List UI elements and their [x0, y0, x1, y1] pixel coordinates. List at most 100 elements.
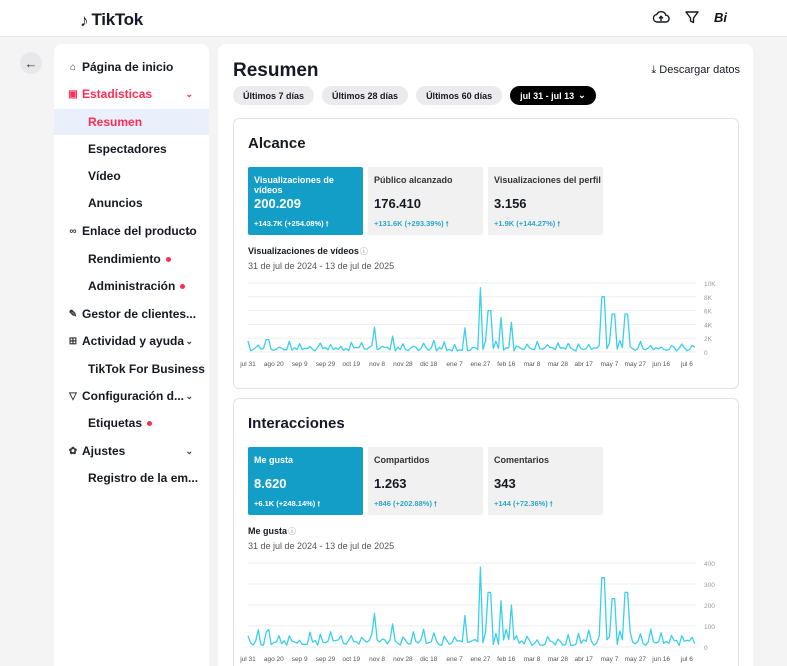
chevron-down-icon: ⌄	[185, 225, 193, 236]
x-tick-label: sep 9	[292, 361, 308, 368]
info-icon[interactable]: ⓘ	[360, 247, 368, 256]
arrow-up-icon: 🠕	[431, 501, 437, 508]
x-tick-label: sep 29	[316, 656, 336, 663]
x-tick-label: sep 29	[316, 361, 336, 368]
arrow-up-icon: 🠕	[555, 221, 561, 228]
tiktok-logo[interactable]: ♪ TikTok	[80, 10, 143, 30]
chart-date-range: 31 de jul de 2024 - 13 de jul de 2025	[248, 541, 395, 551]
sidebar-item-anuncios[interactable]: Anuncios	[54, 190, 209, 216]
x-tick-label: jul 6	[680, 656, 693, 663]
x-tick-label: ene 7	[446, 361, 463, 368]
x-tick-label: ene 27	[470, 656, 490, 663]
notification-dot	[165, 256, 171, 262]
chevron-down-icon: ⌄	[578, 90, 586, 100]
download-data-button[interactable]: ⤓ Descargar datos	[651, 64, 740, 77]
upload-cloud-icon[interactable]	[652, 9, 670, 25]
chevron-down-icon: ⌄	[185, 88, 193, 99]
x-tick-label: ene 7	[446, 656, 463, 663]
y-tick-label: 0	[704, 350, 708, 357]
range-pill[interactable]: Últimos 28 días	[322, 86, 409, 105]
sidebar-item-estadísticas[interactable]: ▣ Estadísticas ⌄	[54, 81, 209, 107]
arrow-left-icon: ←	[24, 55, 38, 71]
x-tick-label: abr 17	[574, 656, 593, 663]
sidebar-item-espectadores[interactable]: Espectadores	[54, 136, 209, 162]
sidebar-item-label: TikTok For Business	[88, 362, 205, 376]
metric-tile[interactable]: Visualizaciones del perfil 3.156 +1.9K (+1…	[488, 167, 603, 235]
x-tick-label: jul 31	[239, 361, 256, 368]
arrow-up-icon: 🠕	[443, 221, 449, 228]
x-tick-label: nov 28	[393, 656, 413, 663]
range-label: jul 31 - jul 13	[520, 90, 575, 101]
link-icon: ∞	[69, 225, 77, 237]
metric-value: 8.620	[254, 476, 287, 491]
account-avatar[interactable]: Bi	[714, 10, 727, 25]
sidebar-item-enlace-del-producto[interactable]: ∞ Enlace del producto ⌄	[54, 218, 209, 244]
sidebar-item-ajustes[interactable]: ✿ Ajustes ⌄	[54, 438, 209, 464]
chevron-down-icon: ⌄	[185, 335, 193, 346]
x-tick-label: ago 20	[264, 361, 284, 368]
x-tick-label: dic 18	[420, 656, 438, 663]
x-tick-label: abr 17	[574, 361, 593, 368]
metric-delta-text: +846 (+202.88%)	[374, 499, 432, 508]
range-pill[interactable]: Últimos 7 días	[233, 86, 315, 105]
notification-dot	[147, 420, 153, 426]
sidebar-item-gestor-de-clientes[interactable]: ✎ Gestor de clientes...	[54, 301, 209, 327]
metric-tile[interactable]: Comentarios 343 +144 (+72.36%) 🠕	[488, 447, 603, 515]
range-pill[interactable]: jul 31 - jul 13 ⌄	[510, 86, 596, 105]
sidebar-item-configuración-d[interactable]: ▽ Configuración d... ⌄	[54, 383, 209, 409]
grid-icon: ⊞	[68, 335, 78, 347]
metric-tile[interactable]: Me gusta 8.620 +6.1K (+248.14%) 🠕	[248, 447, 363, 515]
x-tick-label: jul 6	[680, 361, 693, 368]
x-tick-label: nov 8	[369, 656, 385, 663]
sidebar-item-registro-de-la-em[interactable]: Registro de la em...	[54, 465, 209, 491]
sidebar-item-label: Etiquetas	[88, 416, 143, 430]
sidebar-item-label: Espectadores	[88, 142, 167, 156]
x-tick-label: jul 31	[239, 656, 256, 663]
x-tick-label: ene 27	[470, 361, 490, 368]
reach-card: Alcance Visualizaciones de vídeos 200.209 +…	[233, 118, 739, 389]
x-tick-label: mar 8	[524, 656, 541, 663]
metric-delta: +131.6K (+293.39%) 🠕	[374, 219, 449, 231]
filter-funnel-icon[interactable]	[684, 9, 700, 25]
sidebar-item-tiktok-for-business[interactable]: TikTok For Business	[54, 356, 209, 382]
chart-label: Visualizaciones de vídeosⓘ	[248, 246, 368, 257]
x-tick-label: may 27	[625, 656, 647, 663]
back-button[interactable]: ←	[20, 52, 42, 74]
metric-tile[interactable]: Compartidos 1.263 +846 (+202.88%) 🠕	[368, 447, 483, 515]
sidebar-item-página-de-inicio[interactable]: ⌂ Página de inicio	[54, 54, 209, 80]
metric-tile[interactable]: Visualizaciones de vídeos 200.209 +143.7K …	[248, 167, 363, 235]
sidebar-item-etiquetas[interactable]: Etiquetas	[54, 410, 209, 436]
y-tick-label: 200	[704, 603, 715, 610]
y-tick-label: 0	[704, 645, 708, 652]
metric-tile[interactable]: Público alcanzado 176.410 +131.6K (+293.39…	[368, 167, 483, 235]
x-tick-label: feb 16	[497, 656, 515, 663]
sidebar-item-administración[interactable]: Administración	[54, 273, 209, 299]
metric-delta-text: +143.7K (+254.08%)	[254, 219, 324, 228]
edit-icon: ✎	[68, 308, 78, 320]
sidebar-item-label: Resumen	[88, 115, 143, 129]
metric-delta-text: +131.6K (+293.39%)	[374, 219, 444, 228]
date-range-tabs: Últimos 7 días Últimos 28 días Últimos 60 …	[233, 86, 596, 105]
sidebar-item-label: Vídeo	[88, 169, 121, 183]
sidebar-item-label: Página de inicio	[82, 60, 174, 74]
sidebar-item-vídeo[interactable]: Vídeo	[54, 163, 209, 189]
sidebar-item-resumen[interactable]: Resumen	[54, 109, 209, 135]
sidebar-item-actividad-y-ayuda[interactable]: ⊞ Actividad y ayuda ⌄	[54, 328, 209, 354]
range-pill[interactable]: Últimos 60 días	[416, 86, 503, 105]
notification-dot	[180, 283, 186, 289]
sidebar-item-label: Anuncios	[88, 196, 143, 210]
chevron-down-icon: ⌄	[185, 445, 193, 456]
info-icon[interactable]: ⓘ	[288, 527, 296, 536]
x-tick-label: nov 28	[393, 361, 413, 368]
sidebar-item-rendimiento[interactable]: Rendimiento	[54, 246, 209, 272]
page-title: Resumen	[233, 60, 319, 81]
sidebar-item-label: Estadísticas	[82, 87, 153, 101]
interactions-card: Interacciones Me gusta 8.620 +6.1K (+248.14…	[233, 398, 739, 666]
chart-date-range: 31 de jul de 2024 - 13 de jul de 2025	[248, 261, 395, 271]
arrow-up-icon: 🠕	[547, 501, 553, 508]
sidebar: ⌂ Página de inicio ▣ Estadísticas ⌄ Resumen Es…	[54, 44, 209, 666]
y-tick-label: 6K	[704, 309, 713, 316]
tiktok-note-icon: ♪	[80, 10, 89, 30]
metric-delta-text: +144 (+72.36%)	[494, 499, 548, 508]
x-tick-label: mar 28	[548, 656, 569, 663]
